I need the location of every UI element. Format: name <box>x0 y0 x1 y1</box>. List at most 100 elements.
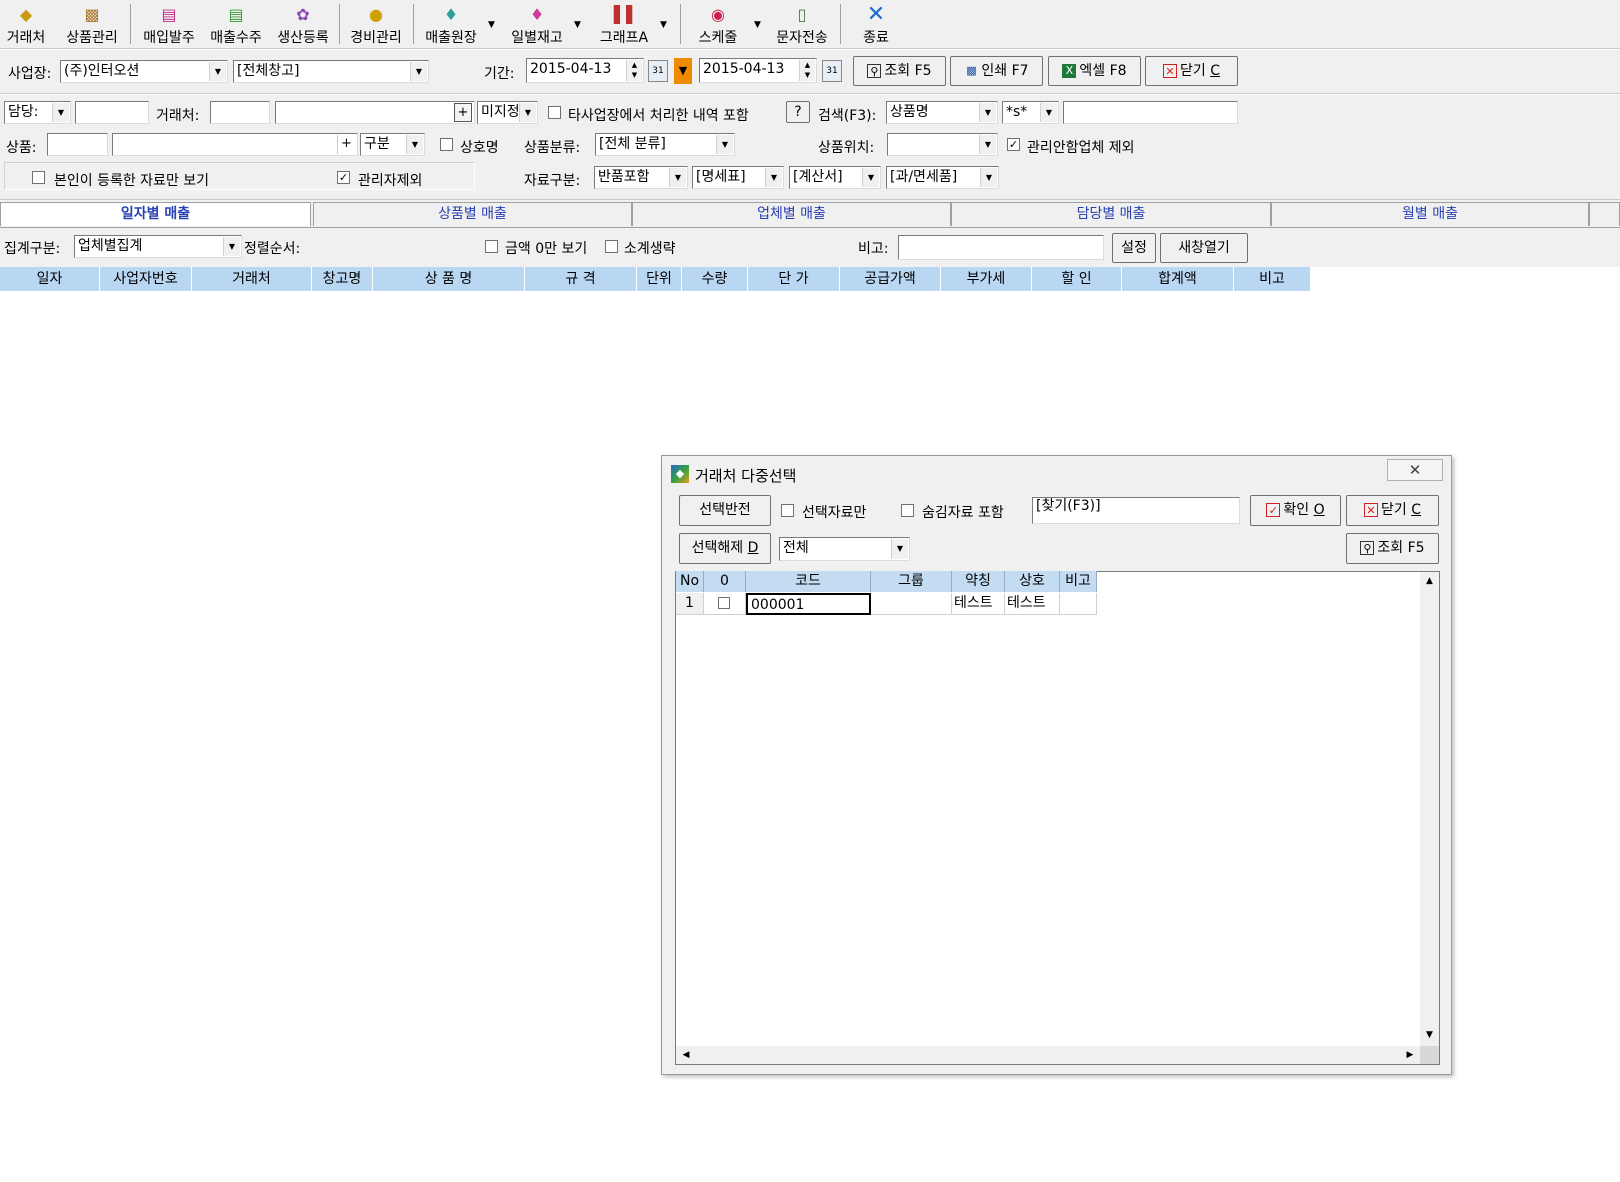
grid-header-quantity[interactable]: 수량 <box>682 267 748 291</box>
grid-header-warehouse[interactable]: 창고명 <box>312 267 373 291</box>
toolbar-sales-order-button[interactable]: ▤ 매출수주 <box>204 3 268 47</box>
tab-monthly-sales[interactable]: 월별 매출 <box>1271 202 1589 226</box>
grid-header-vat[interactable]: 부가세 <box>941 267 1032 291</box>
product-class-select[interactable]: [전체 분류] ▼ <box>595 133 735 156</box>
dialog-row-note[interactable] <box>1060 593 1097 615</box>
chevron-down-icon[interactable]: ▼ <box>891 539 908 559</box>
deselect-button[interactable]: 선택해제 D <box>679 533 771 564</box>
chevron-down-icon[interactable]: ▼ <box>519 103 536 122</box>
chevron-down-icon[interactable]: ▼ <box>979 103 996 122</box>
toolbar-daily-stock-button[interactable]: ♦ 일별재고 <box>505 3 569 47</box>
toolbar-purchase-order-button[interactable]: ▤ 매입발주 <box>137 3 201 47</box>
plus-button[interactable]: + <box>454 103 472 122</box>
data-type-select-1[interactable]: 반품포함 ▼ <box>594 166 688 189</box>
toolbar-schedule-button[interactable]: ◉ 스케줄 <box>686 3 750 47</box>
horizontal-scrollbar[interactable] <box>676 1046 1420 1064</box>
calendar-icon[interactable]: 31 <box>648 60 668 82</box>
chevron-down-icon[interactable]: ▼ <box>209 62 226 81</box>
query-button[interactable]: ⚲ 조회 F5 <box>853 56 946 86</box>
tab-manager-sales[interactable]: 담당별 매출 <box>951 202 1271 226</box>
grid-header-unit-price[interactable]: 단 가 <box>748 267 840 291</box>
toolbar-exit-button[interactable]: ✕ 종료 <box>851 3 901 47</box>
tab-company-sales[interactable]: 업체별 매출 <box>632 202 951 226</box>
dialog-header-check[interactable]: 0 <box>704 571 746 592</box>
aggregate-select[interactable]: 업체별집계 ▼ <box>74 235 242 258</box>
grid-header-supply[interactable]: 공급가액 <box>840 267 941 291</box>
dialog-row-abbr[interactable]: 테스트 <box>952 593 1005 615</box>
dialog-close-icon[interactable]: ✕ <box>1387 459 1443 481</box>
plus-button[interactable]: + <box>337 135 355 154</box>
dialog-row-group[interactable] <box>871 593 952 615</box>
chevron-down-icon[interactable]: ▼ <box>862 168 879 187</box>
chevron-down-icon[interactable]: ▼ <box>52 103 69 122</box>
new-window-button[interactable]: 새창열기 <box>1160 233 1248 263</box>
row-select-checkbox[interactable] <box>718 597 730 609</box>
dialog-close-button[interactable]: ✕ 닫기 C <box>1346 495 1439 526</box>
dialog-header-group[interactable]: 그룹 <box>871 571 952 592</box>
dialog-query-button[interactable]: ⚲ 조회 F5 <box>1346 533 1439 564</box>
scroll-right-icon[interactable]: ▶ <box>1402 1046 1418 1064</box>
dialog-header-note[interactable]: 비고 <box>1060 571 1097 592</box>
calendar-icon[interactable]: 31 <box>822 60 842 82</box>
scroll-down-icon[interactable]: ▼ <box>1420 1027 1439 1044</box>
chevron-down-icon[interactable]: ▼ <box>765 168 782 187</box>
chevron-down-icon[interactable]: ▼ <box>406 135 423 154</box>
help-button[interactable]: ? <box>786 101 810 123</box>
biz-select[interactable]: (주)인터오션 ▼ <box>60 60 228 83</box>
dialog-header-code[interactable]: 코드 <box>746 571 871 592</box>
dialog-row-name[interactable]: 테스트 <box>1005 593 1060 615</box>
chevron-down-icon[interactable]: ▼ <box>660 20 667 30</box>
omit-subtotal-checkbox[interactable] <box>605 240 618 253</box>
exclude-admin-checkbox[interactable]: ✓ <box>337 171 350 184</box>
dialog-row-checkbox-cell[interactable] <box>704 593 746 615</box>
tab-daily-sales[interactable]: 일자별 매출 <box>0 202 311 226</box>
settings-button[interactable]: 설정 <box>1112 233 1156 263</box>
chevron-down-icon[interactable]: ▼ <box>980 168 997 187</box>
chevron-down-icon[interactable]: ▼ <box>574 20 581 30</box>
grid-header-total[interactable]: 합계액 <box>1122 267 1234 291</box>
chevron-down-icon[interactable]: ▼ <box>754 20 761 30</box>
chevron-down-icon[interactable]: ▼ <box>669 168 686 187</box>
grid-header-note[interactable]: 비고 <box>1234 267 1311 291</box>
grid-header-spec[interactable]: 규 격 <box>525 267 637 291</box>
toolbar-sales-ledger-button[interactable]: ♦ 매출원장 <box>419 3 483 47</box>
toolbar-client-button[interactable]: ◆ 거래처 <box>2 3 50 47</box>
tab-overflow[interactable] <box>1589 202 1620 226</box>
date-to-input[interactable]: 2015-04-13 ▲ ▼ <box>699 58 817 83</box>
dialog-row-code[interactable]: 000001 <box>746 593 871 615</box>
data-type-select-3[interactable]: [계산서] ▼ <box>789 166 881 189</box>
toolbar-production-button[interactable]: ✿ 생산등록 <box>271 3 335 47</box>
chevron-down-icon[interactable]: ▼ <box>979 135 996 154</box>
unassigned-select[interactable]: 미지정 ▼ <box>477 101 538 124</box>
vertical-scrollbar[interactable] <box>1420 572 1439 1046</box>
search-input[interactable] <box>1063 101 1238 124</box>
category-select[interactable]: 구분 ▼ <box>360 133 425 156</box>
client-code-input[interactable] <box>210 101 270 124</box>
grid-header-biz-no[interactable]: 사업자번호 <box>100 267 192 291</box>
chevron-down-icon[interactable]: ▼ <box>410 62 427 81</box>
toolbar-expense-button[interactable]: ● 경비관리 <box>344 3 408 47</box>
dialog-header-no[interactable]: No <box>676 571 704 592</box>
hide-zero-checkbox[interactable] <box>485 240 498 253</box>
print-button[interactable]: ▩ 인쇄 F7 <box>950 56 1043 86</box>
dialog-search-input[interactable]: [찾기(F3)] <box>1032 497 1240 524</box>
own-only-checkbox[interactable] <box>32 171 45 184</box>
chevron-down-icon[interactable]: ▼ <box>488 20 495 30</box>
excel-button[interactable]: X 엑셀 F8 <box>1048 56 1141 86</box>
match-mode-select[interactable]: *s* ▼ <box>1002 101 1059 124</box>
grid-header-product[interactable]: 상 품 명 <box>373 267 525 291</box>
exclude-unmanaged-checkbox[interactable]: ✓ <box>1007 138 1020 151</box>
client-name-input[interactable]: + <box>275 101 475 124</box>
search-field-select[interactable]: 상품명 ▼ <box>886 101 998 124</box>
date-from-input[interactable]: 2015-04-13 ▲ ▼ <box>526 58 644 83</box>
data-type-select-4[interactable]: [과/면세품] ▼ <box>886 166 999 189</box>
confirm-button[interactable]: ✓ 확인 O <box>1250 495 1341 526</box>
toolbar-product-button[interactable]: ▩ 상품관리 <box>60 3 124 47</box>
tab-product-sales[interactable]: 상품별 매출 <box>313 202 632 226</box>
warehouse-select[interactable]: [전체창고] ▼ <box>233 60 429 83</box>
company-name-checkbox[interactable] <box>440 138 453 151</box>
selected-only-checkbox[interactable] <box>781 504 794 517</box>
chevron-down-icon[interactable]: ▼ <box>716 135 733 154</box>
product-code-input[interactable] <box>47 133 108 156</box>
grid-header-client[interactable]: 거래처 <box>192 267 312 291</box>
